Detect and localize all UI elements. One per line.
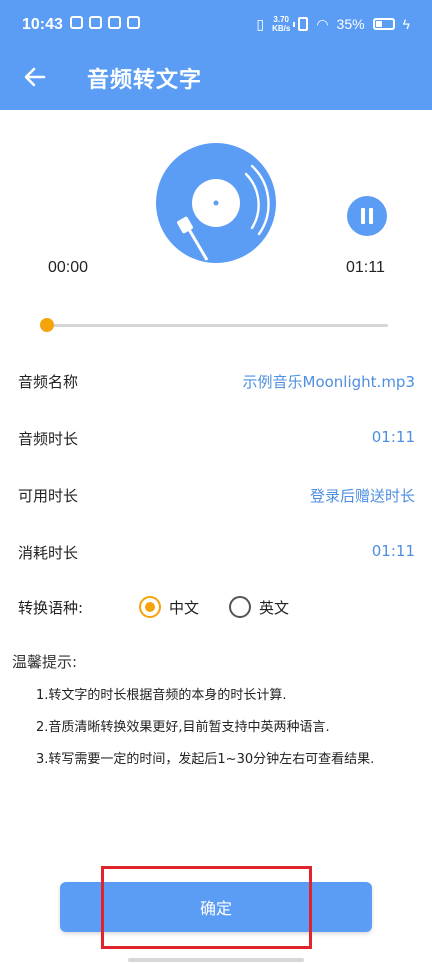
- current-time: 00:00: [48, 259, 89, 276]
- info-label: 音频时长: [18, 430, 79, 448]
- vibrate-icon: ▯: [256, 15, 265, 32]
- tip-item: 2.音质清晰转换效果更好,目前暂支持中英两种语言.: [36, 720, 330, 735]
- radio-english[interactable]: 英文: [229, 594, 289, 620]
- progress-slider[interactable]: [40, 316, 392, 336]
- info-row-available-duration: 可用时长 登录后赠送时长: [18, 483, 415, 507]
- pause-button[interactable]: [347, 196, 387, 236]
- wechat-icon: [70, 16, 83, 29]
- status-bar: 10:43 ▯ 3.70 KB/s ◠ 35% ϟ: [0, 0, 432, 52]
- status-right: ▯ 3.70 KB/s ◠ 35% ϟ: [256, 15, 410, 33]
- network-speed: 3.70 KB/s: [272, 15, 291, 33]
- radio-chinese[interactable]: 中文: [139, 594, 199, 620]
- info-label: 消耗时长: [18, 544, 79, 562]
- info-label: 音频名称: [18, 373, 79, 391]
- slider-thumb[interactable]: [40, 318, 54, 332]
- notification-icons: [70, 16, 140, 29]
- tips-title: 温馨提示:: [12, 653, 78, 671]
- info-value: 示例音乐Moonlight.mp3: [242, 373, 416, 391]
- app-header: 10:43 ▯ 3.70 KB/s ◠ 35% ϟ 音频转文字: [0, 0, 432, 110]
- radio-label: 英文: [259, 598, 290, 617]
- info-row-audio-name: 音频名称 示例音乐Moonlight.mp3: [18, 369, 415, 393]
- link-icon: [108, 16, 121, 29]
- home-indicator: [128, 958, 304, 962]
- language-label: 转换语种:: [18, 599, 84, 617]
- vinyl-disc-icon: [155, 142, 277, 264]
- battery-percent: 35%: [336, 16, 365, 32]
- gear-notification-icon: [127, 16, 140, 29]
- charging-icon: ϟ: [402, 16, 410, 32]
- tip-item: 3.转写需要一定的时间，发起后1~30分钟左右可查看结果.: [36, 752, 375, 767]
- login-bonus-link[interactable]: 登录后赠送时长: [310, 485, 415, 506]
- info-row-consumed-duration: 消耗时长 01:11: [18, 540, 415, 564]
- tip-item: 1.转文字的时长根据音频的本身的时长计算.: [36, 688, 287, 703]
- app-notification-icon: [89, 16, 102, 29]
- arrow-left-icon[interactable]: [20, 62, 50, 92]
- wifi-icon: ◠: [316, 15, 329, 32]
- battery-icon: [293, 18, 395, 30]
- radio-checked-icon: [139, 596, 161, 618]
- page-title: 音频转文字: [87, 68, 203, 93]
- status-time: 10:43: [22, 16, 63, 33]
- info-row-audio-duration: 音频时长 01:11: [18, 426, 415, 450]
- sim-icon: [298, 17, 309, 31]
- radio-unchecked-icon: [229, 596, 251, 618]
- info-label: 可用时长: [18, 487, 79, 505]
- slider-track: [46, 324, 388, 327]
- confirm-button[interactable]: 确定: [60, 882, 372, 932]
- info-value: 01:11: [371, 428, 415, 446]
- total-time: 01:11: [346, 259, 385, 276]
- info-value: 01:11: [371, 542, 415, 560]
- radio-label: 中文: [169, 598, 200, 617]
